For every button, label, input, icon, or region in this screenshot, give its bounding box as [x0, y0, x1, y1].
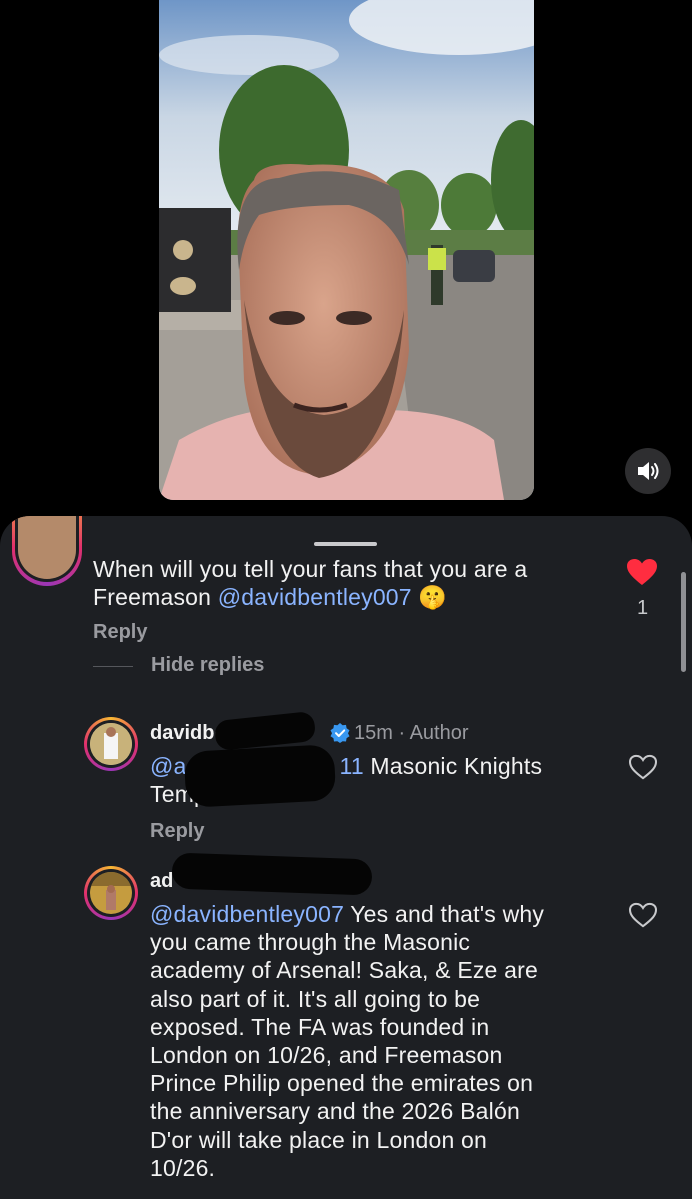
- heart-outline-icon: [628, 902, 658, 928]
- reply-button[interactable]: Reply: [93, 621, 147, 644]
- parent-comment-text: When will you tell your fans that you ar…: [93, 556, 528, 611]
- reply-timestamp: 15m: [354, 722, 393, 744]
- hide-replies-button[interactable]: Hide replies: [151, 654, 264, 677]
- verified-badge-icon: [330, 723, 350, 743]
- heart-filled-icon: [627, 559, 657, 585]
- scrollbar[interactable]: [681, 572, 686, 672]
- reply-avatar[interactable]: [84, 866, 138, 920]
- sound-toggle-button[interactable]: [625, 448, 671, 494]
- video-frame: [159, 0, 534, 500]
- reply-avatar[interactable]: [84, 717, 138, 771]
- parent-comment-avatar[interactable]: [12, 516, 82, 586]
- like-count: 1: [637, 597, 649, 619]
- reply-text: @davidbentley007 Yes and that's why you …: [150, 901, 545, 1181]
- like-button[interactable]: [626, 558, 658, 591]
- shushing-face-emoji: 🤫: [418, 584, 448, 611]
- like-button[interactable]: [628, 754, 658, 785]
- comments-sheet[interactable]: When will you tell your fans that you ar…: [0, 516, 692, 1199]
- user-photo: [90, 723, 132, 765]
- replies-divider: [93, 666, 133, 667]
- reply-username[interactable]: ad: [150, 870, 173, 893]
- sheet-drag-handle[interactable]: [314, 542, 377, 546]
- heart-outline-icon: [628, 754, 658, 780]
- mention-link[interactable]: @davidbentley007: [150, 901, 344, 927]
- like-button[interactable]: [628, 902, 658, 933]
- reply-button[interactable]: Reply: [150, 820, 204, 843]
- redaction-mark: [183, 744, 337, 808]
- speaker-icon: [638, 462, 659, 480]
- video-player[interactable]: [159, 0, 534, 500]
- author-tag: · Author: [398, 722, 469, 744]
- mention-link[interactable]: @davidbentley007: [218, 584, 412, 610]
- user-photo: [90, 872, 132, 914]
- redaction-mark: [171, 852, 373, 896]
